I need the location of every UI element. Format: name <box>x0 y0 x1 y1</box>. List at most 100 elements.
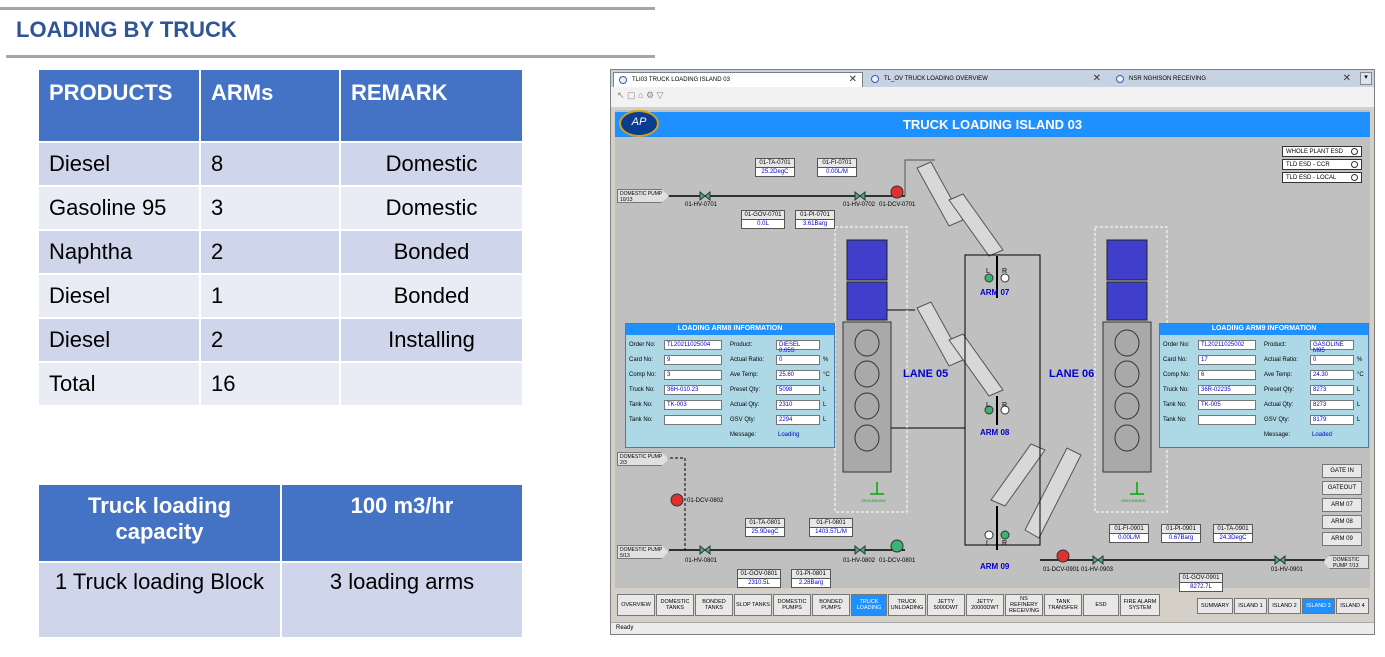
close-icon[interactable]: ✕ <box>849 74 857 85</box>
field-label: Card No: <box>629 357 654 363</box>
tag-name: 01-PI-0701 <box>795 210 835 220</box>
arm-07-button[interactable]: ARM 07 <box>1322 498 1362 512</box>
cell-arms: 8 <box>199 141 341 187</box>
nav-overview[interactable]: OVERVIEW <box>617 594 655 616</box>
nav-truck-unloading[interactable]: TRUCK UNLOADING <box>888 594 926 616</box>
arm-09-label: ARM 09 <box>980 562 1010 571</box>
tag-value: 0.00L/M <box>1109 534 1149 543</box>
tab-truck-loading-island-03[interactable]: TLI03 TRUCK LOADING ISLAND 03 ✕ <box>613 72 863 87</box>
close-icon[interactable]: ✕ <box>1093 73 1101 84</box>
field-label: GSV Qty: <box>1264 417 1290 423</box>
field-label: Preset Qty: <box>730 387 761 393</box>
tag-value: 24.3DegC <box>1213 534 1253 543</box>
close-icon[interactable]: ✕ <box>1343 73 1351 84</box>
tab-globe-icon <box>619 76 627 84</box>
nav-fire-alarm-system[interactable]: FIRE ALARM SYSTEM <box>1120 594 1160 616</box>
nav-island-3[interactable]: ISLAND 3 <box>1302 598 1335 614</box>
arm-08-button[interactable]: ARM 08 <box>1322 515 1362 529</box>
nav-island-4[interactable]: ISLAND 4 <box>1336 598 1369 614</box>
nav-summary[interactable]: SUMMARY <box>1197 598 1233 614</box>
tab-nghison-receiving[interactable]: NSR NGHISON RECEIVING ✕ <box>1111 72 1356 87</box>
cell-remark: Installing <box>339 317 524 363</box>
tag-name: 01-TA-0701 <box>755 158 795 168</box>
tag-gov-0801[interactable]: 01-GOV-0801 2310.5L <box>737 569 781 588</box>
gate-in-button[interactable]: GATE IN <box>1322 464 1362 478</box>
table-row: Gasoline 95 3 Domestic <box>37 185 524 231</box>
table-row: Diesel 8 Domestic <box>37 141 524 187</box>
valve-label: 01-HV-0901 <box>1271 567 1304 573</box>
domestic-pump-2-3[interactable]: DOMESTIC PUMP 2/3 <box>617 452 669 466</box>
field-label: Message: <box>730 432 757 438</box>
nav-esd[interactable]: ESD <box>1083 594 1119 616</box>
tag-fi-0701[interactable]: 01-FI-0701 0.00L/M <box>817 158 857 177</box>
domestic-pump-5-13[interactable]: DOMESTIC PUMP 5/13 <box>617 545 669 559</box>
message-value: Loaded <box>1312 432 1333 438</box>
cell-product: Total <box>37 361 201 407</box>
panel-title: LOADING ARM9 INFORMATION <box>1160 324 1368 335</box>
lane-06-label: LANE 06 <box>1049 368 1095 380</box>
field-label: Tank No: <box>629 417 653 423</box>
card-no-value: 9 <box>664 355 722 365</box>
nav-island-2[interactable]: ISLAND 2 <box>1268 598 1301 614</box>
tag-fi-0901[interactable]: 01-FI-0901 0.00L/M <box>1109 524 1149 543</box>
nav-slop-tanks[interactable]: SLOP TANKS <box>734 594 772 616</box>
tag-name: 01-GOV-0901 <box>1179 573 1223 583</box>
tag-value: 1403.57L/M <box>809 528 853 537</box>
nav-jetty-20000dwt[interactable]: JETTY 20000DWT <box>966 594 1004 616</box>
nav-domestic-pumps[interactable]: DOMESTIC PUMPS <box>773 594 811 616</box>
status-bar: Ready <box>611 622 1374 634</box>
field-label: Tank No: <box>1163 417 1187 423</box>
tag-name: 01-GOV-0801 <box>737 569 781 579</box>
product-value: GASOLINE M95 <box>1310 340 1354 354</box>
cell-remark: Bonded <box>339 273 524 319</box>
tag-value: 0.0L <box>741 220 785 229</box>
tank-no-value: TK-005 <box>1198 400 1256 410</box>
field-label: Actual Ratio: <box>730 357 765 363</box>
tab-search-icon <box>1116 75 1124 83</box>
tag-pi-0801[interactable]: 01-PI-0801 2.28Barg <box>791 569 831 588</box>
tag-fi-0801[interactable]: 01-FI-0801 1403.57L/M <box>809 518 853 537</box>
unit-label: L <box>823 417 827 423</box>
nav-jetty-5000dwt[interactable]: JETTY 5000DWT <box>927 594 965 616</box>
tag-gov-0901[interactable]: 01-GOV-0901 8272.7L <box>1179 573 1223 592</box>
cell-product: Gasoline 95 <box>37 185 201 231</box>
domestic-pump-7-13[interactable]: DOMESTIC PUMP 7/13 <box>1323 555 1369 569</box>
arm-09-button[interactable]: ARM 09 <box>1322 532 1362 546</box>
tag-ta-0801[interactable]: 01-TA-0801 25.9DegC <box>745 518 785 537</box>
tag-gov-0701[interactable]: 01-GOV-0701 0.0L <box>741 210 785 229</box>
tag-name: 01-TA-0901 <box>1213 524 1253 534</box>
tag-ta-0901[interactable]: 01-TA-0901 24.3DegC <box>1213 524 1253 543</box>
card-no-value: 17 <box>1198 355 1256 365</box>
tag-ta-0701[interactable]: 01-TA-0701 25.2DegC <box>755 158 795 177</box>
valve-label: 01-DCV-0801 <box>879 558 916 564</box>
table-row: Diesel 2 Installing <box>37 317 524 363</box>
field-label: Product: <box>730 342 753 348</box>
tab-dropdown-icon[interactable]: ▾ <box>1360 72 1372 85</box>
toolbar[interactable]: ↖ ▢ ⌂ ⚙ ▽ <box>611 87 1374 107</box>
gate-out-button[interactable]: GATEOUT <box>1322 481 1362 495</box>
unit-label: % <box>823 357 829 363</box>
field-label: Ave Temp: <box>1264 372 1293 378</box>
nav-ns-refinery-receiving[interactable]: NS REFINERY RECEIVING <box>1005 594 1043 616</box>
nav-truck-loading[interactable]: TRUCK LOADING <box>851 594 887 616</box>
arm-08-label: ARM 08 <box>980 428 1010 437</box>
tag-pi-0901[interactable]: 01-PI-0901 0.67Barg <box>1161 524 1201 543</box>
valve-label: 01-HV-0801 <box>685 558 718 564</box>
tag-value: 25.2DegC <box>755 168 795 177</box>
nav-bonded-pumps[interactable]: BONDED PUMPS <box>812 594 850 616</box>
products-header-row: PRODUCTS ARMs REMARK <box>37 68 524 143</box>
valve-label: 01-DCV-0701 <box>879 202 916 208</box>
capacity-value: 100 m3/hr <box>280 483 524 563</box>
actual-qty-value: 2310 <box>776 400 820 410</box>
temp-value: 25.60 <box>776 370 820 380</box>
nav-domestic-tanks[interactable]: DOMESTIC TANKS <box>656 594 694 616</box>
valve-label: 01-HV-0802 <box>843 558 876 564</box>
nav-island-1[interactable]: ISLAND 1 <box>1234 598 1267 614</box>
nav-tank-transfer[interactable]: TANK TRANSFER <box>1044 594 1082 616</box>
tag-pi-0701[interactable]: 01-PI-0701 3.61Barg <box>795 210 835 229</box>
col-products: PRODUCTS <box>37 68 201 143</box>
nav-bonded-tanks[interactable]: BONDED TANKS <box>695 594 733 616</box>
domestic-pump-10-13[interactable]: DOMESTIC PUMP 10/13 <box>617 189 669 203</box>
field-label: Tank No: <box>1163 402 1187 408</box>
tab-truck-loading-overview[interactable]: TL_OV TRUCK LOADING OVERVIEW ✕ <box>866 72 1106 87</box>
